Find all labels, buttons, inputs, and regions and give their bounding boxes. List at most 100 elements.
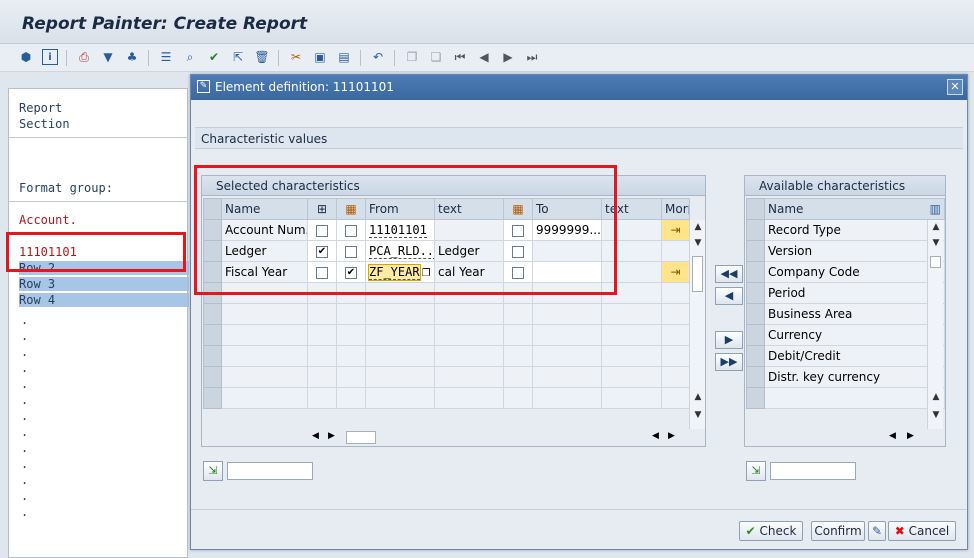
characteristic-name[interactable]: Company Code [764,261,945,283]
find-icon[interactable]: ⌕ [182,49,198,65]
first-page-icon[interactable]: ⏮ [452,49,468,65]
scroll-left-icon[interactable]: ◀ [889,431,896,441]
move-right-button[interactable]: ▶ [715,331,743,349]
characteristic-name[interactable]: Distr. key currency [764,366,945,388]
next-page-icon[interactable]: ▶ [500,49,516,65]
column-settings-icon[interactable]: ▥ [688,202,689,216]
list-item[interactable]: Period [746,282,945,304]
list-item[interactable]: Record Type [746,219,945,241]
delete-icon[interactable]: 🗑 [254,49,270,65]
list-item[interactable]: Company Code [746,261,945,283]
column-label: Name [768,202,804,216]
copy-icon[interactable]: ❐ [404,49,420,65]
toolbar-separator [360,50,361,66]
scroll-down-icon[interactable]: ▼ [928,238,944,248]
scroll-left-icon[interactable]: ◀ [652,431,659,441]
edit-icon[interactable]: ✎ [868,521,886,541]
scroll-right-icon[interactable]: ▶ [668,431,675,441]
list-icon[interactable]: ☰ [158,49,174,65]
scroll-up-icon[interactable]: ▲ [690,392,706,402]
move-all-right-button[interactable]: ▶▶ [715,353,743,371]
more-button[interactable]: ⇥ [661,261,690,283]
pointer-icon[interactable]: ⇱ [230,49,246,65]
undo-icon[interactable]: ↶ [370,49,386,65]
list-item[interactable]: Currency [746,324,945,346]
hierarchy-icon[interactable]: ⬢ [18,49,34,65]
structure-icon[interactable]: ♣ [124,49,140,65]
scroll-up-icon[interactable]: ▲ [690,222,706,232]
characteristic-name[interactable]: Business Area [764,303,945,325]
list-item[interactable]: Business Area [746,303,945,325]
section-title: Characteristic values [201,132,328,146]
find-next-icon[interactable]: ⇲ [746,461,766,481]
previous-page-icon[interactable]: ◀ [476,49,492,65]
paste-icon[interactable]: ▤ [336,49,352,65]
format-group-label: Format group: [19,181,113,195]
scroll-thumb[interactable] [692,256,703,292]
application-toolbar: ⬢ i ⎙ ▼ ♣ ☰ ⌕ ✔ ⇱ 🗑 ✂ ▣ ▤ ↶ ❐ ❏ ⏮ ◀ ▶ ⏭ [0,44,974,72]
app-title: Report Painter: Create Report [22,14,308,34]
toolbar-separator [148,50,149,66]
list-item[interactable]: Debit/Credit [746,345,945,367]
row-item[interactable]: Row 3 [19,277,55,291]
scroll-down-icon[interactable]: ▼ [690,410,706,420]
cancel-button[interactable]: ✖ Cancel [888,521,956,541]
scroll-right-icon[interactable]: ▶ [328,431,335,441]
confirm-button[interactable]: Confirm [811,521,865,541]
list-item[interactable]: Version [746,240,945,262]
check-button[interactable]: ✔ Check [739,521,803,541]
move-all-left-button[interactable]: ◀◀ [715,265,743,283]
scroll-down-icon[interactable]: ▼ [690,238,706,248]
placeholder-dot: . [21,489,29,503]
info-icon[interactable]: i [42,49,58,65]
vertical-scrollbar[interactable]: ▲ ▼ ▲ ▼ [927,220,943,429]
divider [191,509,967,510]
characteristic-name[interactable]: Period [764,282,945,304]
column-settings-icon[interactable]: ▥ [930,202,941,216]
scroll-right-icon[interactable]: ▶ [907,431,914,441]
scroll-down-icon[interactable]: ▼ [928,410,944,420]
placeholder-dot: . [21,441,29,455]
vertical-scrollbar[interactable]: ▲ ▼ ▲ ▼ [689,220,705,429]
filter-icon[interactable]: ▼ [100,49,116,65]
last-page-icon[interactable]: ⏭ [524,49,540,65]
horizontal-scrollbar[interactable]: ◀ ▶ [885,430,925,446]
placeholder-dot: . [21,329,29,343]
search-input-selected[interactable] [227,462,313,480]
characteristic-name[interactable]: Debit/Credit [764,345,945,367]
more-button[interactable]: ⇥ [661,219,690,241]
find-next-icon[interactable]: ⇲ [203,461,223,481]
characteristic-name[interactable]: Version [764,240,945,262]
list-item[interactable]: Distr. key currency [746,366,945,388]
scroll-thumb[interactable] [346,431,376,444]
paste2-icon[interactable]: ❏ [428,49,444,65]
characteristic-name[interactable]: Currency [764,324,945,346]
horizontal-scrollbar[interactable]: ◀ ▶ ◀ ▶ [312,430,684,446]
column-header-name[interactable]: Name ▥ [764,198,945,220]
scroll-thumb[interactable] [930,256,941,268]
scroll-up-icon[interactable]: ▲ [928,222,944,232]
row-item[interactable]: Row 4 [19,293,55,307]
placeholder-dot: . [21,377,29,391]
move-left-button[interactable]: ◀ [715,287,743,305]
print-icon[interactable]: ⎙ [76,49,92,65]
close-button[interactable]: ✕ [947,79,963,95]
group-title: Available characteristics [759,179,906,193]
row-header-corner [746,198,765,220]
highlight-box [6,232,186,272]
column-header-more[interactable]: Mor▥ [661,198,690,220]
placeholder-dot: . [21,457,29,471]
scroll-up-icon[interactable]: ▲ [928,392,944,402]
check-icon[interactable]: ✔ [206,49,222,65]
format-icon[interactable]: ▣ [312,49,328,65]
search-input-available[interactable] [770,462,856,480]
characteristic-name[interactable]: Record Type [764,219,945,241]
dialog-title-bar: ✎ Element definition: 11101101 ✕ [191,75,967,100]
divider [9,137,187,138]
scroll-left-icon[interactable]: ◀ [312,431,319,441]
cut-icon[interactable]: ✂ [288,49,304,65]
report-layout-panel: Report Section Format group: Account. 11… [8,88,189,558]
check-label: Check [759,524,797,538]
characteristic-values-header: Characteristic values [195,127,963,149]
empty-cell [661,240,690,262]
